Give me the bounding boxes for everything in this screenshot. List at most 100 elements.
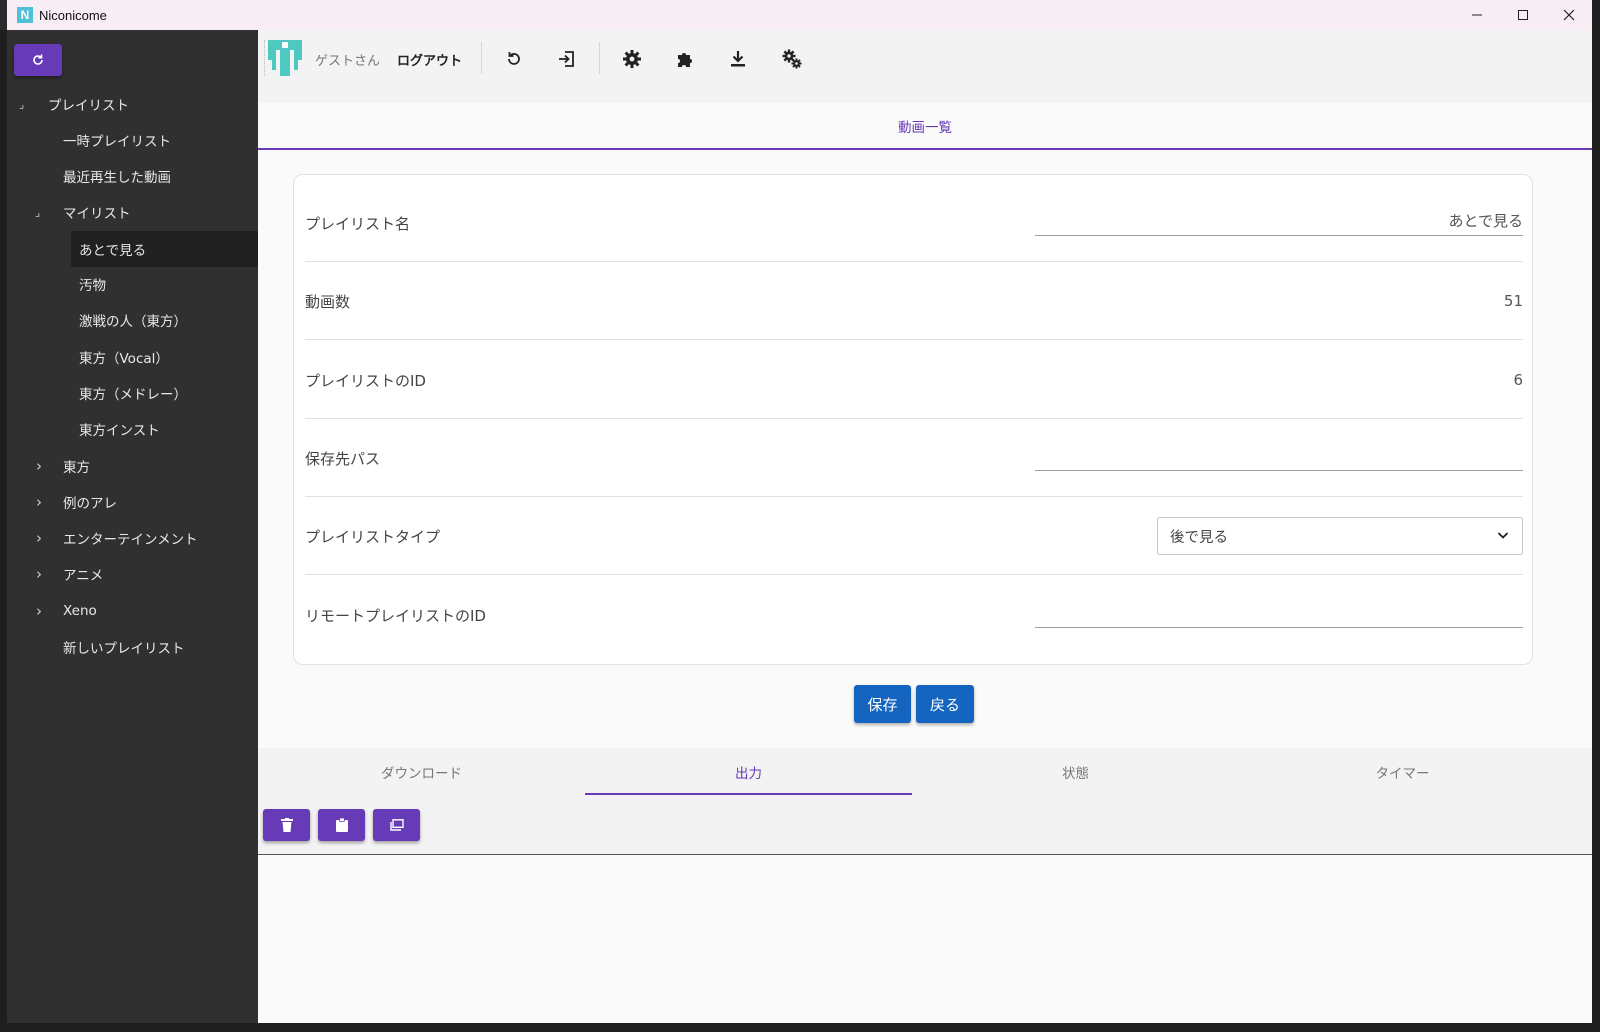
sidebar-item-label: 東方（Vocal） <box>79 351 169 367</box>
sidebar-item-mylist[interactable]: ⌟ マイリスト <box>7 194 258 230</box>
user-avatar <box>268 40 302 76</box>
expand-icon[interactable]: › <box>36 565 42 583</box>
sidebar-item-label: エンターテインメント <box>63 532 198 548</box>
remote-id-row: リモートプレイリストのID <box>305 576 1523 654</box>
active-tab-indicator <box>585 793 912 795</box>
login-button[interactable] <box>552 44 582 74</box>
open-output-window-button[interactable] <box>373 809 420 841</box>
download-icon <box>731 51 745 67</box>
sidebar-item-label: 東方（メドレー） <box>79 387 187 403</box>
video-count-value: 51 <box>1503 292 1523 310</box>
sidebar-item-label: 東方 <box>63 460 90 476</box>
download-button[interactable] <box>723 44 753 74</box>
logout-button[interactable]: ログアウト <box>397 50 462 69</box>
sidebar-item-gekisen[interactable]: 激戦の人（東方） <box>7 302 258 338</box>
playlist-type-label: プレイリストタイプ <box>305 527 441 546</box>
title-bar: N Niconicome <box>7 0 1592 30</box>
maximize-icon <box>1518 10 1528 20</box>
sidebar-item-label: 最近再生した動画 <box>63 170 171 186</box>
output-panel <box>258 796 1592 1023</box>
sidebar-item-entertainment[interactable]: › エンターテインメント <box>7 520 258 556</box>
expand-icon[interactable]: › <box>36 493 42 511</box>
bottom-tab-bar: ダウンロード 出力 状態 タイマー <box>258 748 1592 796</box>
collapse-icon[interactable]: ⌟ <box>19 98 24 111</box>
app-icon: N <box>17 7 33 23</box>
sidebar-item-touhou-medley[interactable]: 東方（メドレー） <box>7 375 258 411</box>
settings-button[interactable] <box>617 44 647 74</box>
close-icon <box>1563 9 1575 21</box>
tab-video-list[interactable]: 動画一覧 <box>258 103 1592 150</box>
playlist-sidebar: ⌟ プレイリスト 一時プレイリスト 最近再生した動画 ⌟ マイリスト あとで見る… <box>7 30 258 1023</box>
window-controls <box>1454 0 1592 30</box>
playlist-id-label: プレイリストのID <box>305 371 426 390</box>
toolbar-divider <box>599 42 600 74</box>
sidebar-item-touhou-inst[interactable]: 東方インスト <box>7 411 258 447</box>
restore-button[interactable] <box>499 44 529 74</box>
playlist-name-input[interactable]: あとで見る <box>1035 206 1523 236</box>
plugin-button[interactable] <box>670 44 700 74</box>
window-title: Niconicome <box>39 7 107 23</box>
playlist-id-value: 6 <box>1513 371 1523 389</box>
gears-icon <box>782 49 802 69</box>
sidebar-item-label: マイリスト <box>63 206 131 222</box>
sidebar-item-touhou[interactable]: › 東方 <box>7 448 258 484</box>
sidebar-item-anime[interactable]: › アニメ <box>7 556 258 592</box>
advanced-settings-button[interactable] <box>777 44 807 74</box>
expand-icon[interactable]: › <box>36 529 42 547</box>
playlist-settings-card: プレイリスト名 あとで見る 動画数 51 プレイリストのID 6 保存先パス プ… <box>293 174 1533 665</box>
restore-icon <box>508 52 520 65</box>
sidebar-item-recent[interactable]: 最近再生した動画 <box>7 158 258 194</box>
sidebar-item-watch-later[interactable]: あとで見る <box>71 231 258 267</box>
sidebar-item-label: プレイリスト <box>48 98 129 114</box>
clear-output-button[interactable] <box>263 809 310 841</box>
save-path-row: 保存先パス <box>305 419 1523 497</box>
desktop-background-left <box>0 30 7 1032</box>
remote-id-input[interactable] <box>1035 598 1523 628</box>
save-path-label: 保存先パス <box>305 449 381 468</box>
tab-timer[interactable]: タイマー <box>1239 748 1566 796</box>
expand-icon[interactable]: › <box>36 602 42 620</box>
video-count-label: 動画数 <box>305 292 351 311</box>
sidebar-item-obutsu[interactable]: 汚物 <box>7 266 258 302</box>
chevron-down-icon <box>1497 532 1509 539</box>
refresh-button[interactable] <box>14 44 62 76</box>
sidebar-item-reino-are[interactable]: › 例のアレ <box>7 484 258 520</box>
sidebar-item-touhou-vocal[interactable]: 東方（Vocal） <box>7 339 258 375</box>
sidebar-item-label: 激戦の人（東方） <box>79 314 187 330</box>
tab-status[interactable]: 状態 <box>912 748 1239 796</box>
maximize-button[interactable] <box>1500 0 1546 30</box>
sidebar-item-xeno[interactable]: › Xeno <box>7 593 258 629</box>
refresh-icon <box>33 54 43 65</box>
close-button[interactable] <box>1546 0 1592 30</box>
sidebar-item-label: 一時プレイリスト <box>63 134 171 150</box>
minimize-button[interactable] <box>1454 0 1500 30</box>
sidebar-item-label: あとで見る <box>79 243 147 259</box>
playlist-id-row: プレイリストのID 6 <box>305 341 1523 419</box>
sidebar-item-temp-playlist[interactable]: 一時プレイリスト <box>7 122 258 158</box>
collapse-icon[interactable]: ⌟ <box>35 206 40 219</box>
app-window: N Niconicome ⌟ プレイリスト 一時プレイリスト 最近再生した動画 … <box>7 0 1592 1023</box>
sidebar-item-label: Xeno <box>63 603 97 619</box>
sidebar-item-label: 例のアレ <box>63 496 117 512</box>
save-button[interactable]: 保存 <box>854 685 911 723</box>
login-icon <box>559 51 574 67</box>
clipboard-icon <box>335 818 348 832</box>
main-content: ゲストさん ログアウト 動画一覧 プレイリスト名 あとで見る 動画数 51 プレ… <box>258 30 1592 1023</box>
playlist-type-row: プレイリストタイプ 後で見る <box>305 497 1523 575</box>
sidebar-item-label: 東方インスト <box>79 423 160 439</box>
save-path-input[interactable] <box>1035 441 1523 471</box>
expand-icon[interactable]: › <box>36 457 42 475</box>
puzzle-icon <box>678 53 692 67</box>
sidebar-item-label: アニメ <box>63 568 104 584</box>
output-log[interactable] <box>258 854 1592 1023</box>
playlist-type-select[interactable]: 後で見る <box>1157 517 1523 555</box>
toolbar-grip <box>264 40 265 76</box>
tab-output[interactable]: 出力 <box>585 748 912 796</box>
desktop-background-right <box>1592 0 1600 1032</box>
back-button[interactable]: 戻る <box>916 685 974 723</box>
tab-download[interactable]: ダウンロード <box>258 748 585 796</box>
sidebar-item-new-playlist[interactable]: 新しいプレイリスト <box>7 629 258 665</box>
copy-output-button[interactable] <box>318 809 365 841</box>
settings-icon <box>623 50 641 68</box>
sidebar-item-playlist-root[interactable]: ⌟ プレイリスト <box>7 86 258 122</box>
